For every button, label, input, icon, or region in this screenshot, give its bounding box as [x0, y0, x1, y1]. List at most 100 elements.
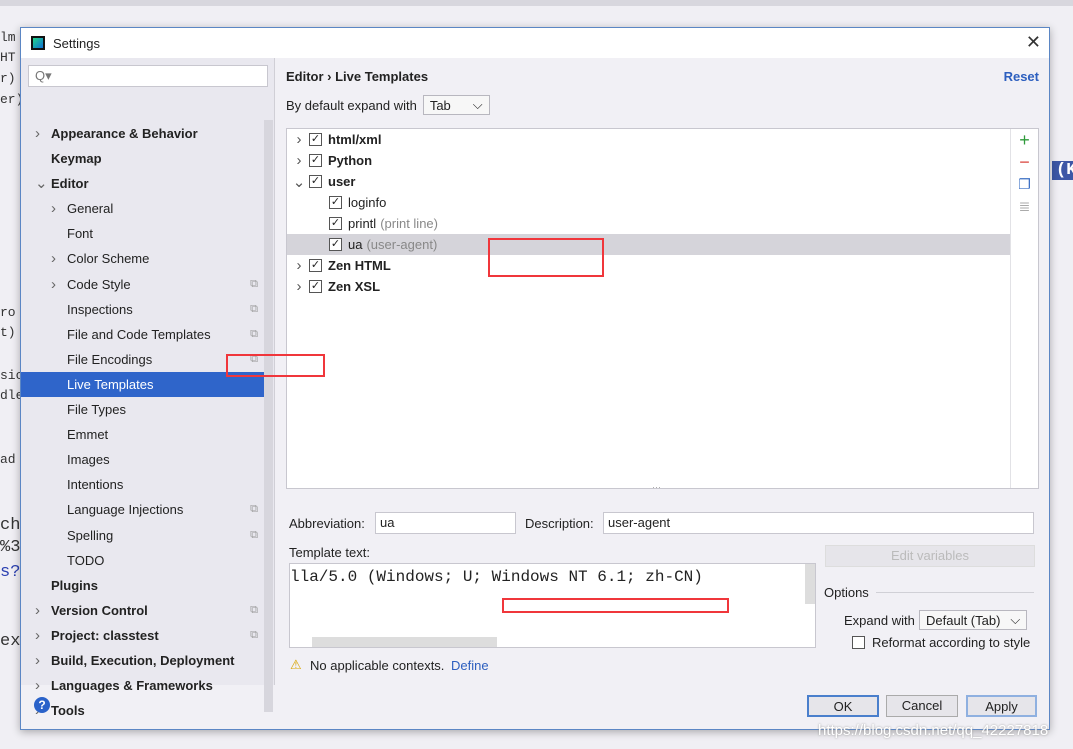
chevron-right-icon[interactable]: › — [289, 278, 309, 295]
chevron-right-icon[interactable]: › — [289, 152, 309, 169]
template-checkbox[interactable]: ✓ — [309, 133, 322, 146]
background-editor-text: lm — [0, 30, 16, 45]
template-tree-row[interactable]: › ✓ html/xml — [287, 129, 1010, 150]
apply-button[interactable]: Apply — [966, 695, 1037, 717]
sidebar-item-label: Intentions — [67, 477, 124, 493]
chevron-down-icon[interactable]: ⌄ — [35, 171, 48, 196]
ok-button[interactable]: OK — [807, 695, 879, 717]
sidebar-item-label: Appearance & Behavior — [51, 126, 198, 141]
template-tree-row[interactable]: › ✓ Python — [287, 150, 1010, 171]
template-label: printl — [348, 216, 377, 231]
sidebar-item-editor[interactable]: ⌄ Editor — [21, 171, 264, 196]
template-vscrollbar[interactable] — [805, 564, 815, 604]
pycharm-icon — [31, 36, 45, 50]
edit-variables-button[interactable]: Edit variables — [825, 545, 1035, 567]
default-expand-select[interactable]: Tab ⌵ — [422, 95, 490, 115]
sidebar-item-intentions[interactable]: Intentions — [21, 472, 264, 497]
watermark: https://blog.csdn.net/qq_42227818 — [818, 722, 1049, 739]
template-checkbox[interactable]: ✓ — [309, 154, 322, 167]
background-editor-text: HT — [0, 50, 16, 65]
chevron-down-icon: ⌵ — [1010, 612, 1021, 627]
chevron-down-icon: ⌵ — [472, 97, 483, 112]
sidebar-item-project-classtest[interactable]: › Project: classtest ⧉ — [21, 623, 264, 648]
chevron-right-icon[interactable]: › — [51, 272, 56, 297]
template-tree-row[interactable]: › ✓ Zen HTML — [287, 255, 1010, 276]
close-icon[interactable]: ✕ — [1026, 32, 1041, 53]
settings-search-input[interactable]: Q▾ — [28, 65, 268, 87]
template-tree-row[interactable]: › ✓ Zen XSL — [287, 276, 1010, 297]
template-tree-row[interactable]: ✓ loginfo — [287, 192, 1010, 213]
background-editor-text: t) — [0, 325, 16, 340]
template-checkbox[interactable]: ✓ — [329, 196, 342, 209]
remove-icon[interactable]: − — [1011, 151, 1038, 173]
default-expand-label: By default expand with — [286, 97, 417, 113]
sidebar-item-file-and-code-templates[interactable]: File and Code Templates ⧉ — [21, 322, 264, 347]
reformat-label: Reformat according to style — [872, 635, 1031, 650]
help-icon[interactable]: ? — [34, 697, 50, 713]
sidebar-item-code-style[interactable]: › Code Style ⧉ — [21, 272, 264, 297]
sidebar-item-label: Project: classtest — [51, 627, 159, 643]
cancel-button[interactable]: Cancel — [886, 695, 958, 717]
sidebar-item-file-types[interactable]: File Types — [21, 397, 264, 422]
reformat-checkbox[interactable] — [852, 636, 865, 649]
abbreviation-label: Abbreviation: — [289, 516, 365, 531]
sidebar-item-images[interactable]: Images — [21, 447, 264, 472]
sidebar-item-general[interactable]: › General — [21, 196, 264, 221]
sidebar-item-label: Build, Execution, Deployment — [51, 652, 235, 668]
description-input[interactable]: user-agent — [603, 512, 1034, 534]
template-checkbox[interactable]: ✓ — [309, 280, 322, 293]
sidebar-item-label: Emmet — [67, 427, 109, 443]
chevron-right-icon[interactable]: › — [35, 121, 40, 146]
live-templates-panel: Editor › Live Templates Reset By default… — [276, 58, 1049, 685]
define-link[interactable]: Define — [451, 658, 489, 673]
template-tree-row[interactable]: ✓ ua (user-agent) — [287, 234, 1010, 255]
sidebar-item-todo[interactable]: TODO — [21, 548, 264, 573]
sidebar-item-label: Color Scheme — [67, 251, 150, 267]
template-tree-row[interactable]: ⌄ ✓ user — [287, 171, 1010, 192]
template-text: lla/5.0 (Windows; U; Windows NT 6.1; zh-… — [290, 568, 703, 586]
background-editor-text: ad — [0, 452, 16, 467]
annotation-box — [502, 598, 729, 613]
list-icon[interactable]: ≣ — [1011, 195, 1038, 217]
sidebar-item-label: Images — [67, 452, 110, 468]
abbreviation-input[interactable]: ua — [375, 512, 516, 534]
sidebar-item-inspections[interactable]: Inspections ⧉ — [21, 297, 264, 322]
chevron-right-icon[interactable]: › — [35, 623, 40, 648]
sidebar-scrollbar[interactable] — [264, 120, 273, 712]
chevron-right-icon[interactable]: › — [51, 196, 56, 221]
template-checkbox[interactable]: ✓ — [309, 175, 322, 188]
chevron-right-icon[interactable]: › — [35, 648, 40, 673]
chevron-right-icon[interactable]: › — [289, 257, 309, 274]
sidebar-item-font[interactable]: Font — [21, 221, 264, 246]
project-scope-icon: ⧉ — [250, 628, 258, 641]
chevron-down-icon[interactable]: ⌄ — [289, 173, 309, 191]
sidebar-item-language-injections[interactable]: Language Injections ⧉ — [21, 497, 264, 522]
sidebar-item-plugins[interactable]: Plugins — [21, 573, 264, 598]
sidebar-item-color-scheme[interactable]: › Color Scheme — [21, 246, 264, 271]
sidebar-item-keymap[interactable]: Keymap — [21, 146, 264, 171]
template-tree-row[interactable]: ✓ printl (print line) — [287, 213, 1010, 234]
splitter-handle[interactable]: ⋯ — [652, 482, 661, 493]
sidebar-item-emmet[interactable]: Emmet — [21, 422, 264, 447]
add-icon[interactable]: + — [1011, 129, 1038, 151]
template-checkbox[interactable]: ✓ — [309, 259, 322, 272]
template-label: user — [328, 174, 356, 189]
template-checkbox[interactable]: ✓ — [329, 217, 342, 230]
template-hscrollbar[interactable] — [312, 637, 497, 647]
expand-with-select[interactable]: Default (Tab) ⌵ — [919, 610, 1028, 630]
sidebar-item-build-execution-deployment[interactable]: › Build, Execution, Deployment — [21, 648, 264, 673]
expand-with-label: Expand with — [844, 613, 915, 628]
reset-link[interactable]: Reset — [1004, 69, 1039, 84]
sidebar-item-label: General — [67, 201, 114, 217]
template-label: Python — [328, 153, 373, 168]
chevron-right-icon[interactable]: › — [35, 598, 40, 623]
sidebar-item-spelling[interactable]: Spelling ⧉ — [21, 523, 264, 548]
tree-toolbar: + − ❐ ≣ — [1010, 129, 1038, 488]
warning-icon: ⚠ — [290, 657, 302, 672]
sidebar-item-appearance-behavior[interactable]: › Appearance & Behavior — [21, 121, 264, 146]
copy-icon[interactable]: ❐ — [1011, 173, 1038, 195]
template-checkbox[interactable]: ✓ — [329, 238, 342, 251]
sidebar-item-version-control[interactable]: › Version Control ⧉ — [21, 598, 264, 623]
chevron-right-icon[interactable]: › — [289, 131, 309, 148]
chevron-right-icon[interactable]: › — [51, 246, 56, 271]
